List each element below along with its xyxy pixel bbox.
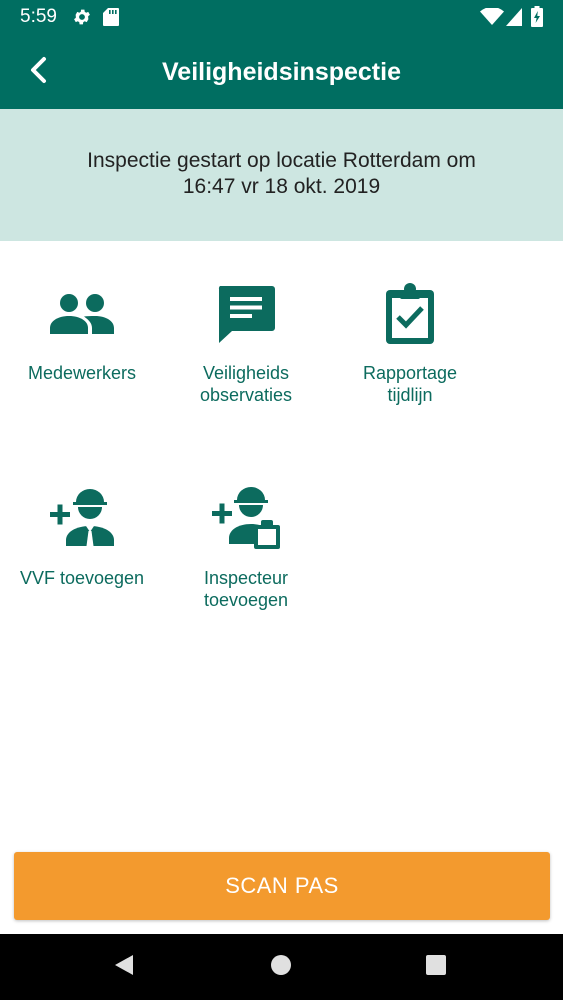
menu-item-label: Medewerkers [27, 363, 137, 383]
menu-item-rapportage-tijdlijn[interactable]: Rapportage tijdlijn [328, 274, 492, 424]
menu-item-veiligheids-observaties[interactable]: Veiligheids observaties [164, 274, 328, 424]
system-nav-bar [0, 934, 563, 1000]
menu-item-medewerkers[interactable]: Medewerkers [0, 274, 164, 424]
sd-card-icon [102, 7, 120, 32]
menu-item-label: VVF toevoegen [19, 568, 145, 588]
clipboard-check-icon [328, 274, 492, 354]
comment-icon [164, 274, 328, 354]
signal-icon [506, 8, 522, 31]
scan-pass-button[interactable]: SCAN PAS [14, 852, 550, 920]
settings-icon [72, 7, 92, 32]
nav-home-button[interactable] [261, 947, 301, 987]
recents-square-icon [426, 954, 446, 980]
add-inspector-icon [164, 479, 328, 559]
app-bar: Veiligheidsinspectie [0, 34, 563, 109]
people-icon [0, 274, 164, 354]
add-worker-icon [0, 479, 164, 559]
menu-item-inspecteur-toevoegen[interactable]: Inspecteur toevoegen [164, 479, 328, 629]
inspection-info-banner: Inspectie gestart op locatie Rotterdam o… [0, 109, 563, 241]
home-circle-icon [270, 954, 292, 981]
menu-item-label: Rapportage tijdlijn [362, 363, 458, 405]
inspection-info-text: Inspectie gestart op locatie Rotterdam o… [87, 149, 476, 198]
menu-item-label: Veiligheids observaties [199, 363, 293, 405]
wifi-icon [480, 6, 504, 31]
battery-icon [531, 6, 543, 32]
nav-recents-button[interactable] [416, 947, 456, 987]
back-triangle-icon [114, 954, 134, 981]
nav-back-button[interactable] [104, 947, 144, 987]
menu-item-label: Inspecteur toevoegen [203, 568, 289, 610]
page-title: Veiligheidsinspectie [162, 58, 401, 86]
status-time: 5:59 [20, 6, 57, 27]
status-bar: 5:59 [0, 0, 563, 34]
menu-item-vvf-toevoegen[interactable]: VVF toevoegen [0, 479, 164, 629]
